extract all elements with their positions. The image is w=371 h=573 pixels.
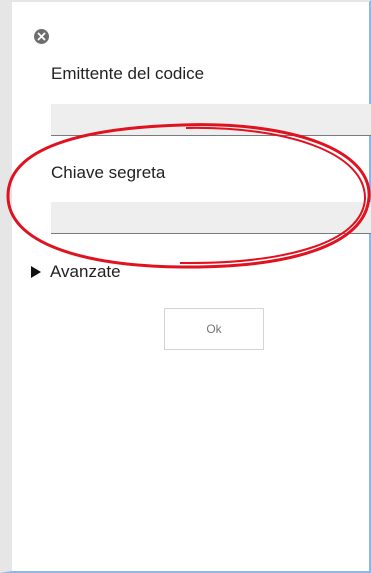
secret-key-label: Chiave segreta [51,163,166,182]
close-icon[interactable] [34,29,49,44]
issuer-label: Emittente del codice [51,64,205,83]
secret-key-input[interactable] [51,202,371,234]
dialog-panel: Emittente del codice Chiave segreta Avan… [0,0,371,573]
ok-button[interactable]: Ok [164,308,264,350]
advanced-label: Avanzate [50,262,121,281]
triangle-right-icon [31,266,41,278]
advanced-toggle[interactable]: Avanzate [31,262,121,282]
issuer-input[interactable] [51,104,371,136]
